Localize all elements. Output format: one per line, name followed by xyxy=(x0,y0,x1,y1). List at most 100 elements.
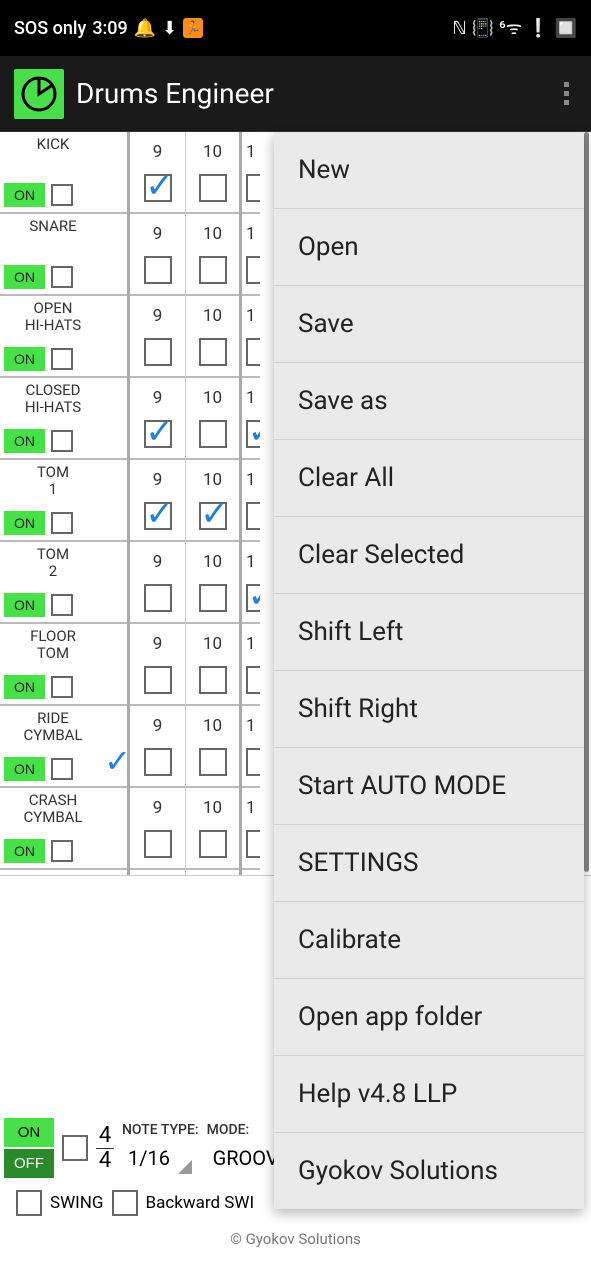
cell-checkbox[interactable] xyxy=(144,338,172,366)
track-mute-checkbox[interactable] xyxy=(51,758,73,780)
cell-checkbox[interactable] xyxy=(199,584,227,612)
time-signature[interactable]: 4 4 xyxy=(96,1124,114,1171)
track-on-button[interactable]: ON xyxy=(4,265,45,289)
grid-cell[interactable]: 10 xyxy=(186,378,239,460)
track-mute-checkbox[interactable] xyxy=(51,266,73,288)
grid-cell[interactable]: 1 xyxy=(242,460,260,542)
track-mute-checkbox[interactable] xyxy=(51,184,73,206)
cell-checkbox[interactable]: ✓ xyxy=(199,502,227,530)
menu-item[interactable]: New xyxy=(274,132,584,209)
menu-item[interactable]: SETTINGS xyxy=(274,825,584,902)
menu-item[interactable]: Calibrate xyxy=(274,902,584,979)
cell-checkbox[interactable] xyxy=(199,420,227,448)
grid-cell[interactable]: 1✓ xyxy=(242,378,260,460)
grid-cell[interactable]: 9 xyxy=(130,788,185,870)
cell-checkbox[interactable] xyxy=(199,174,227,202)
cell-checkbox[interactable] xyxy=(144,748,172,776)
loop-checkbox[interactable] xyxy=(62,1135,88,1161)
app-logo-icon[interactable] xyxy=(14,69,64,119)
grid-cell[interactable]: 1 xyxy=(242,624,260,706)
grid-cell[interactable]: 10 xyxy=(186,542,239,624)
track-on-button[interactable]: ON xyxy=(4,839,45,863)
grid-cell[interactable]: 10 xyxy=(186,132,239,214)
cell-checkbox[interactable] xyxy=(144,256,172,284)
grid-cell[interactable]: 9✓ xyxy=(130,460,185,542)
track-on-button[interactable]: ON xyxy=(4,757,45,781)
cell-checkbox[interactable] xyxy=(144,584,172,612)
track-mute-checkbox[interactable] xyxy=(51,594,73,616)
cell-checkbox[interactable] xyxy=(246,666,260,694)
play-off-button[interactable]: OFF xyxy=(4,1149,54,1178)
track-mute-checkbox[interactable] xyxy=(51,676,73,698)
grid-cell[interactable]: 1 xyxy=(242,706,260,788)
grid-cell[interactable]: 10✓ xyxy=(186,460,239,542)
track-on-button[interactable]: ON xyxy=(4,511,45,535)
grid-cell[interactable]: 9 xyxy=(130,542,185,624)
track-mute-checkbox[interactable] xyxy=(51,512,73,534)
track-on-button[interactable]: ON xyxy=(4,347,45,371)
track-mute-checkbox[interactable] xyxy=(51,840,73,862)
cell-checkbox[interactable] xyxy=(246,748,260,776)
cell-checkbox[interactable] xyxy=(246,256,260,284)
cell-checkbox[interactable] xyxy=(199,830,227,858)
menu-item[interactable]: Open app folder xyxy=(274,979,584,1056)
menu-item[interactable]: Shift Right xyxy=(274,671,584,748)
overflow-menu-icon[interactable] xyxy=(556,74,577,113)
cell-checkbox[interactable] xyxy=(199,256,227,284)
cell-checkbox[interactable] xyxy=(144,666,172,694)
menu-item[interactable]: Gyokov Solutions xyxy=(274,1133,584,1209)
grid-cell[interactable]: 10 xyxy=(186,706,239,788)
menu-item[interactable]: Open xyxy=(274,209,584,286)
grid-cell[interactable]: 1 xyxy=(242,214,260,296)
menu-item[interactable]: Clear Selected xyxy=(274,517,584,594)
grid-cell[interactable]: 1 xyxy=(242,788,260,870)
grid-cell[interactable]: 9✓ xyxy=(130,378,185,460)
track-on-button[interactable]: ON xyxy=(4,675,45,699)
grid-cell[interactable]: 1✓ xyxy=(242,542,260,624)
menu-item[interactable]: Save xyxy=(274,286,584,363)
grid-cell[interactable]: 9 xyxy=(130,624,185,706)
grid-cell[interactable]: 1 xyxy=(242,132,260,214)
grid-cell[interactable]: 10 xyxy=(186,214,239,296)
track-on-button[interactable]: ON xyxy=(4,183,45,207)
grid-cell[interactable]: 9✓ xyxy=(130,132,185,214)
note-type-value[interactable]: 1/16 xyxy=(122,1142,176,1174)
cell-checkbox[interactable] xyxy=(246,338,260,366)
track-mute-checkbox[interactable] xyxy=(51,430,73,452)
swing-checkbox[interactable] xyxy=(16,1190,42,1216)
grid-cell[interactable]: 9 xyxy=(130,706,185,788)
cell-number: 1 xyxy=(246,306,256,326)
cell-checkbox[interactable]: ✓ xyxy=(246,584,260,612)
spinner-icon[interactable] xyxy=(178,1160,192,1174)
cell-checkbox[interactable]: ✓ xyxy=(246,420,260,448)
grid-cell[interactable]: 10 xyxy=(186,788,239,870)
grid-cell[interactable]: 9 xyxy=(130,296,185,378)
cell-checkbox[interactable]: ✓ xyxy=(144,420,172,448)
cell-checkbox[interactable] xyxy=(246,502,260,530)
backward-swing-checkbox[interactable] xyxy=(112,1190,138,1216)
menu-item[interactable]: Help v4.8 LLP xyxy=(274,1056,584,1133)
cell-checkbox[interactable] xyxy=(199,666,227,694)
track-mute-checkbox[interactable] xyxy=(51,348,73,370)
track-on-button[interactable]: ON xyxy=(4,593,45,617)
scrollbar[interactable] xyxy=(584,132,589,872)
grid-cell[interactable]: 1 xyxy=(242,296,260,378)
menu-item[interactable]: Save as xyxy=(274,363,584,440)
cell-checkbox[interactable] xyxy=(199,748,227,776)
cell-checkbox[interactable] xyxy=(144,830,172,858)
cell-checkbox[interactable] xyxy=(199,338,227,366)
grid-cell[interactable]: 9 xyxy=(130,214,185,296)
menu-item[interactable]: Clear All xyxy=(274,440,584,517)
track-on-button[interactable]: ON xyxy=(4,429,45,453)
cell-checkbox[interactable]: ✓ xyxy=(144,174,172,202)
cell-number: 10 xyxy=(203,224,222,244)
grid-cell[interactable]: 10 xyxy=(186,624,239,706)
grid-cell[interactable]: 10 xyxy=(186,296,239,378)
menu-item[interactable]: Start AUTO MODE xyxy=(274,748,584,825)
track-row: OPENHI-HATSON xyxy=(0,296,106,378)
play-on-button[interactable]: ON xyxy=(4,1118,54,1147)
cell-checkbox[interactable] xyxy=(246,830,260,858)
cell-checkbox[interactable]: ✓ xyxy=(144,502,172,530)
menu-item[interactable]: Shift Left xyxy=(274,594,584,671)
cell-checkbox[interactable] xyxy=(246,174,260,202)
